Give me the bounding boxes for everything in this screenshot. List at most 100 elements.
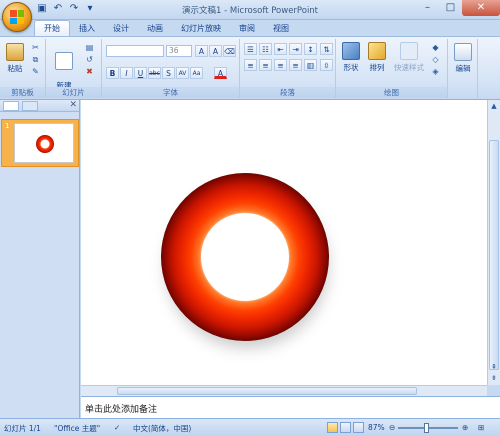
group-label-slides: 幻灯片 — [46, 87, 101, 98]
scroll-up-icon[interactable]: ▲ — [489, 101, 499, 111]
group-label-clipboard: 剪贴板 — [0, 87, 45, 98]
change-case-button[interactable]: Aa — [190, 67, 203, 79]
align-center-icon[interactable]: ≡ — [259, 59, 272, 71]
tab-insert[interactable]: 插入 — [70, 22, 104, 37]
paste-button[interactable]: 粘贴 — [4, 43, 26, 74]
office-button[interactable] — [2, 2, 32, 32]
font-size-select[interactable]: 36 — [166, 45, 192, 57]
zoom-out-icon[interactable]: ⊖ — [389, 423, 395, 432]
panel-tabs: ✕ — [0, 100, 79, 112]
shadow-button[interactable]: S — [162, 67, 175, 79]
maximize-icon[interactable]: □ — [439, 0, 462, 16]
ribbon: 粘贴 ✂ ⧉ ✎ 剪贴板 新建 幻灯片 ▤ ↺ ✖ 幻灯片 36 A A ⌫ B… — [0, 36, 500, 100]
font-name-select[interactable] — [106, 45, 164, 57]
tab-slideshow[interactable]: 幻灯片放映 — [172, 22, 230, 37]
tab-view[interactable]: 视图 — [264, 22, 298, 37]
shrink-font-icon[interactable]: A — [209, 45, 222, 57]
tab-animations[interactable]: 动画 — [138, 22, 172, 37]
clear-format-icon[interactable]: ⌫ — [223, 45, 236, 57]
close-icon[interactable]: ✕ — [462, 0, 500, 16]
slide-number: 1 — [5, 122, 10, 130]
office-logo-icon — [10, 10, 24, 24]
fit-window-icon[interactable]: ⊞ — [478, 423, 484, 432]
group-label-drawing: 绘图 — [336, 87, 447, 98]
layout-icon[interactable]: ▤ — [84, 43, 95, 53]
editing-label: 编辑 — [455, 64, 471, 73]
copy-icon[interactable]: ⧉ — [30, 55, 41, 65]
italic-button[interactable]: I — [120, 67, 133, 79]
window-controls: – □ ✕ — [416, 0, 500, 16]
group-editing: 编辑 — [448, 39, 478, 98]
quick-styles-button[interactable]: 快速样式 — [392, 42, 426, 73]
zoom-in-icon[interactable]: ⊕ — [462, 423, 468, 432]
paste-icon — [6, 43, 24, 61]
numbering-icon[interactable]: ☷ — [259, 43, 272, 55]
slides-panel: ✕ 1 — [0, 100, 80, 418]
next-slide-icon[interactable]: ⇟ — [489, 373, 499, 383]
line-spacing-icon[interactable]: ↕ — [304, 43, 317, 55]
minimize-icon[interactable]: – — [416, 0, 439, 16]
align-text-icon[interactable]: ⇳ — [320, 59, 333, 71]
slide-thumbnail — [14, 123, 74, 163]
slide-thumbnail-selected[interactable]: 1 — [1, 119, 79, 167]
find-icon — [454, 43, 472, 61]
delete-slide-icon[interactable]: ✖ — [84, 67, 95, 77]
spellcheck-icon[interactable]: ✓ — [114, 423, 120, 432]
tab-design[interactable]: 设计 — [104, 22, 138, 37]
arrange-button[interactable]: 排列 — [366, 42, 388, 73]
group-slides: 新建 幻灯片 ▤ ↺ ✖ 幻灯片 — [46, 39, 102, 99]
group-label-font: 字体 — [102, 87, 239, 98]
bold-button[interactable]: B — [106, 67, 119, 79]
thumbnail-ring-shape — [36, 135, 54, 153]
vertical-scrollbar[interactable]: ▲ ⇞ ⇟ — [487, 100, 500, 385]
quick-styles-icon — [400, 42, 418, 60]
slides-tab-icon[interactable] — [3, 101, 19, 111]
arrange-label: 排列 — [369, 63, 385, 72]
increase-indent-icon[interactable]: ⇥ — [289, 43, 302, 55]
decrease-indent-icon[interactable]: ⇤ — [274, 43, 287, 55]
columns-icon[interactable]: ▥ — [304, 59, 317, 71]
tab-home[interactable]: 开始 — [34, 20, 70, 37]
editing-button[interactable]: 编辑 — [452, 43, 474, 74]
shape-fill-icon[interactable]: ◆ — [430, 43, 441, 53]
text-direction-icon[interactable]: ⇅ — [320, 43, 333, 55]
zoom-level: 87% — [368, 423, 385, 432]
horizontal-scroll-thumb[interactable] — [117, 387, 417, 395]
zoom-slider-knob[interactable] — [424, 423, 429, 433]
strikethrough-button[interactable]: abc — [148, 67, 161, 79]
font-color-button[interactable]: A — [214, 67, 227, 79]
vertical-scroll-thumb[interactable] — [489, 140, 499, 370]
shape-effects-icon[interactable]: ◈ — [430, 67, 441, 77]
horizontal-scrollbar[interactable] — [81, 385, 487, 396]
tab-review[interactable]: 审阅 — [230, 22, 264, 37]
slideshow-view-icon[interactable] — [353, 422, 364, 433]
underline-button[interactable]: U — [134, 67, 147, 79]
group-label-paragraph: 段落 — [240, 87, 335, 98]
format-painter-icon[interactable]: ✎ — [30, 67, 41, 77]
ribbon-tabs: 开始 插入 设计 动画 幻灯片放映 审阅 视图 — [34, 20, 298, 37]
align-left-icon[interactable]: ≡ — [244, 59, 257, 71]
new-slide-icon — [55, 52, 73, 70]
reset-icon[interactable]: ↺ — [84, 55, 95, 65]
cut-icon[interactable]: ✂ — [30, 43, 41, 53]
char-spacing-button[interactable]: AV — [176, 67, 189, 79]
shape-outline-icon[interactable]: ◇ — [430, 55, 441, 65]
justify-icon[interactable]: ≡ — [289, 59, 302, 71]
slide-sorter-icon[interactable] — [340, 422, 351, 433]
group-font: 36 A A ⌫ B I U abc S AV Aa A 字体 — [102, 39, 240, 98]
notes-pane[interactable]: 单击此处添加备注 — [81, 396, 500, 418]
red-ring-shape[interactable] — [161, 173, 329, 341]
bullets-icon[interactable]: ☰ — [244, 43, 257, 55]
normal-view-icon[interactable] — [327, 422, 338, 433]
group-clipboard: 粘贴 ✂ ⧉ ✎ 剪贴板 — [0, 39, 46, 98]
slide-count: 幻灯片 1/1 — [4, 424, 41, 433]
title-bar: ▣ ↶ ↷ ▾ 演示文稿1 - Microsoft PowerPoint – □… — [0, 0, 500, 32]
close-panel-icon[interactable]: ✕ — [69, 100, 77, 110]
outline-tab-icon[interactable] — [22, 101, 38, 111]
group-drawing: 形状 排列 快速样式 ◆ ◇ ◈ 绘图 — [336, 39, 448, 98]
shapes-button[interactable]: 形状 — [340, 42, 362, 73]
align-right-icon[interactable]: ≡ — [274, 59, 287, 71]
prev-slide-icon[interactable]: ⇞ — [489, 362, 499, 372]
status-bar: 幻灯片 1/1 "Office 主题" ✓ 中文(简体，中国) 87% ⊖ ⊕ … — [0, 418, 500, 436]
grow-font-icon[interactable]: A — [195, 45, 208, 57]
